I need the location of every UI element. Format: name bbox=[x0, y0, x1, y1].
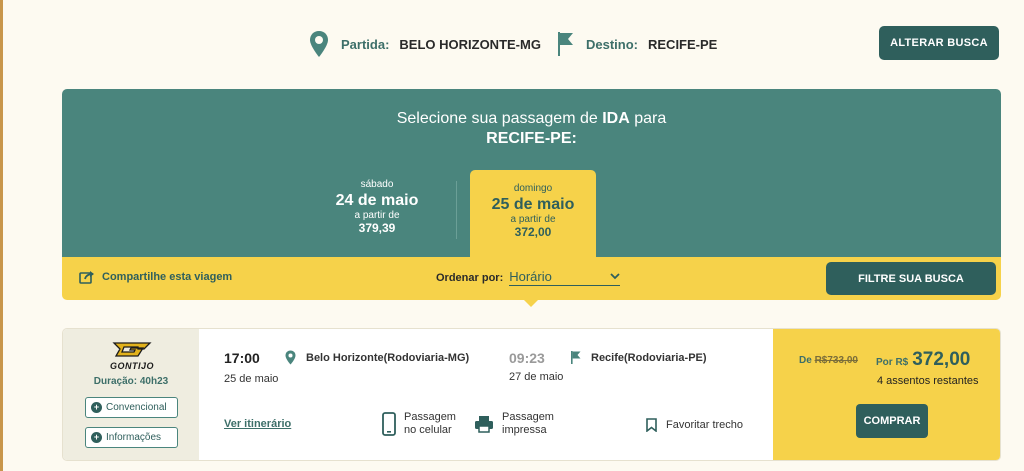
date-from-label: a partir de bbox=[510, 214, 556, 225]
printed-ticket-line2: impressa bbox=[502, 424, 547, 436]
results-toolbar: Compartilhe esta viagem Ordenar por: Hor… bbox=[62, 257, 1001, 307]
headline-city: RECIFE-PE: bbox=[486, 130, 577, 147]
date-divider bbox=[456, 181, 457, 239]
bookmark-icon bbox=[646, 418, 657, 432]
class-label: Convencional bbox=[106, 402, 167, 413]
plus-icon: + bbox=[91, 402, 102, 413]
sort-control: Ordenar por: Horário bbox=[436, 269, 621, 286]
headline-direction: IDA bbox=[602, 110, 630, 127]
mobile-ticket-line1: Passagem bbox=[404, 411, 456, 423]
destination-label: Destino: bbox=[586, 36, 638, 52]
departure-place: Belo Horizonte(Rodoviaria-MG) bbox=[285, 350, 469, 365]
date-label: 24 de maio bbox=[335, 192, 419, 209]
mobile-ticket-line2: no celular bbox=[404, 424, 452, 436]
arrival-place-label: Recife(Rodoviaria-PE) bbox=[591, 351, 707, 364]
seats-remaining: 4 assentos restantes bbox=[877, 375, 979, 387]
date-weekday: domingo bbox=[513, 183, 553, 194]
departure-time: 17:00 bbox=[224, 350, 260, 366]
info-button[interactable]: + Informações bbox=[85, 427, 178, 448]
trip-duration: Duração: 40h23 bbox=[93, 376, 169, 387]
change-search-button[interactable]: ALTERAR BUSCA bbox=[879, 26, 999, 60]
info-label: Informações bbox=[106, 432, 162, 443]
search-summary-bar: Partida: BELO HORIZONTE-MG Destino: RECI… bbox=[0, 0, 1024, 86]
company-logo: GONTIJO bbox=[101, 340, 163, 371]
old-price-prefix: De bbox=[799, 355, 812, 366]
chevron-down-icon bbox=[610, 273, 620, 280]
arrival-date: 27 de maio bbox=[509, 371, 564, 383]
price-panel: De R$733,00 Por R$ 372,00 4 assentos res… bbox=[773, 329, 1000, 460]
share-icon bbox=[79, 271, 94, 284]
headline-suffix: para bbox=[634, 110, 667, 127]
trip-result-card: GONTIJO Duração: 40h23 + Convencional + … bbox=[62, 328, 1001, 461]
page-title: Selecione sua passagem de IDA para RECIF… bbox=[62, 109, 1001, 149]
old-price-value: R$733,00 bbox=[814, 355, 858, 366]
sort-selected-value: Horário bbox=[509, 269, 552, 284]
headline-prefix: Selecione sua passagem de bbox=[396, 110, 598, 127]
price-value: 372,00 bbox=[912, 349, 971, 370]
origin-label: Partida: bbox=[341, 36, 390, 52]
trip-header: Selecione sua passagem de IDA para RECIF… bbox=[62, 89, 1001, 265]
printer-icon bbox=[475, 416, 493, 433]
filter-search-button[interactable]: FILTRE SUA BUSCA bbox=[826, 262, 996, 295]
date-option-saturday[interactable]: sábado 24 de maio a partir de 379,39 bbox=[315, 179, 439, 235]
buy-button[interactable]: COMPRAR bbox=[856, 404, 928, 438]
date-weekday: sábado bbox=[360, 179, 394, 190]
destination-info: Destino: RECIFE-PE bbox=[556, 30, 717, 58]
printed-ticket-line1: Passagem bbox=[502, 411, 554, 423]
date-option-sunday-selected[interactable]: domingo 25 de maio a partir de 372,00 bbox=[470, 170, 596, 265]
mobile-ticket-feature: Passagem no celular bbox=[382, 411, 456, 437]
flag-icon bbox=[571, 351, 581, 364]
date-label: 25 de maio bbox=[491, 196, 575, 213]
current-price: Por R$ 372,00 bbox=[876, 349, 970, 371]
company-name: GONTIJO bbox=[109, 361, 154, 371]
date-from-label: a partir de bbox=[354, 210, 400, 221]
location-pin-icon bbox=[310, 31, 328, 57]
favorite-label: Favoritar trecho bbox=[666, 419, 744, 431]
view-itinerary-link[interactable]: Ver itinerário bbox=[224, 418, 291, 430]
date-price: 372,00 bbox=[514, 225, 552, 239]
arrival-place: Recife(Rodoviaria-PE) bbox=[570, 350, 707, 365]
origin-info: Partida: BELO HORIZONTE-MG bbox=[309, 30, 541, 58]
flag-icon bbox=[558, 32, 573, 56]
gontijo-logo-icon bbox=[112, 342, 152, 357]
location-pin-icon bbox=[285, 350, 296, 365]
share-trip-link[interactable]: Compartilhe esta viagem bbox=[79, 270, 232, 284]
class-button[interactable]: + Convencional bbox=[85, 397, 178, 418]
sort-label: Ordenar por: bbox=[436, 271, 504, 284]
arrival-time: 09:23 bbox=[509, 350, 545, 366]
plus-icon: + bbox=[91, 432, 102, 443]
company-panel: GONTIJO Duração: 40h23 + Convencional + … bbox=[63, 329, 199, 460]
printed-ticket-feature: Passagem impressa bbox=[474, 411, 554, 437]
favorite-route-button[interactable]: Favoritar trecho bbox=[646, 418, 743, 432]
sort-select[interactable]: Horário bbox=[509, 269, 621, 286]
share-label: Compartilhe esta viagem bbox=[102, 271, 233, 283]
departure-date: 25 de maio bbox=[224, 373, 279, 385]
price-prefix: Por R$ bbox=[876, 357, 909, 368]
origin-value: BELO HORIZONTE-MG bbox=[399, 36, 541, 52]
old-price: De R$733,00 bbox=[799, 355, 858, 366]
destination-value: RECIFE-PE bbox=[648, 36, 718, 52]
mobile-phone-icon bbox=[382, 412, 396, 436]
departure-place-label: Belo Horizonte(Rodoviaria-MG) bbox=[306, 351, 470, 364]
date-price: 379,39 bbox=[358, 221, 396, 235]
